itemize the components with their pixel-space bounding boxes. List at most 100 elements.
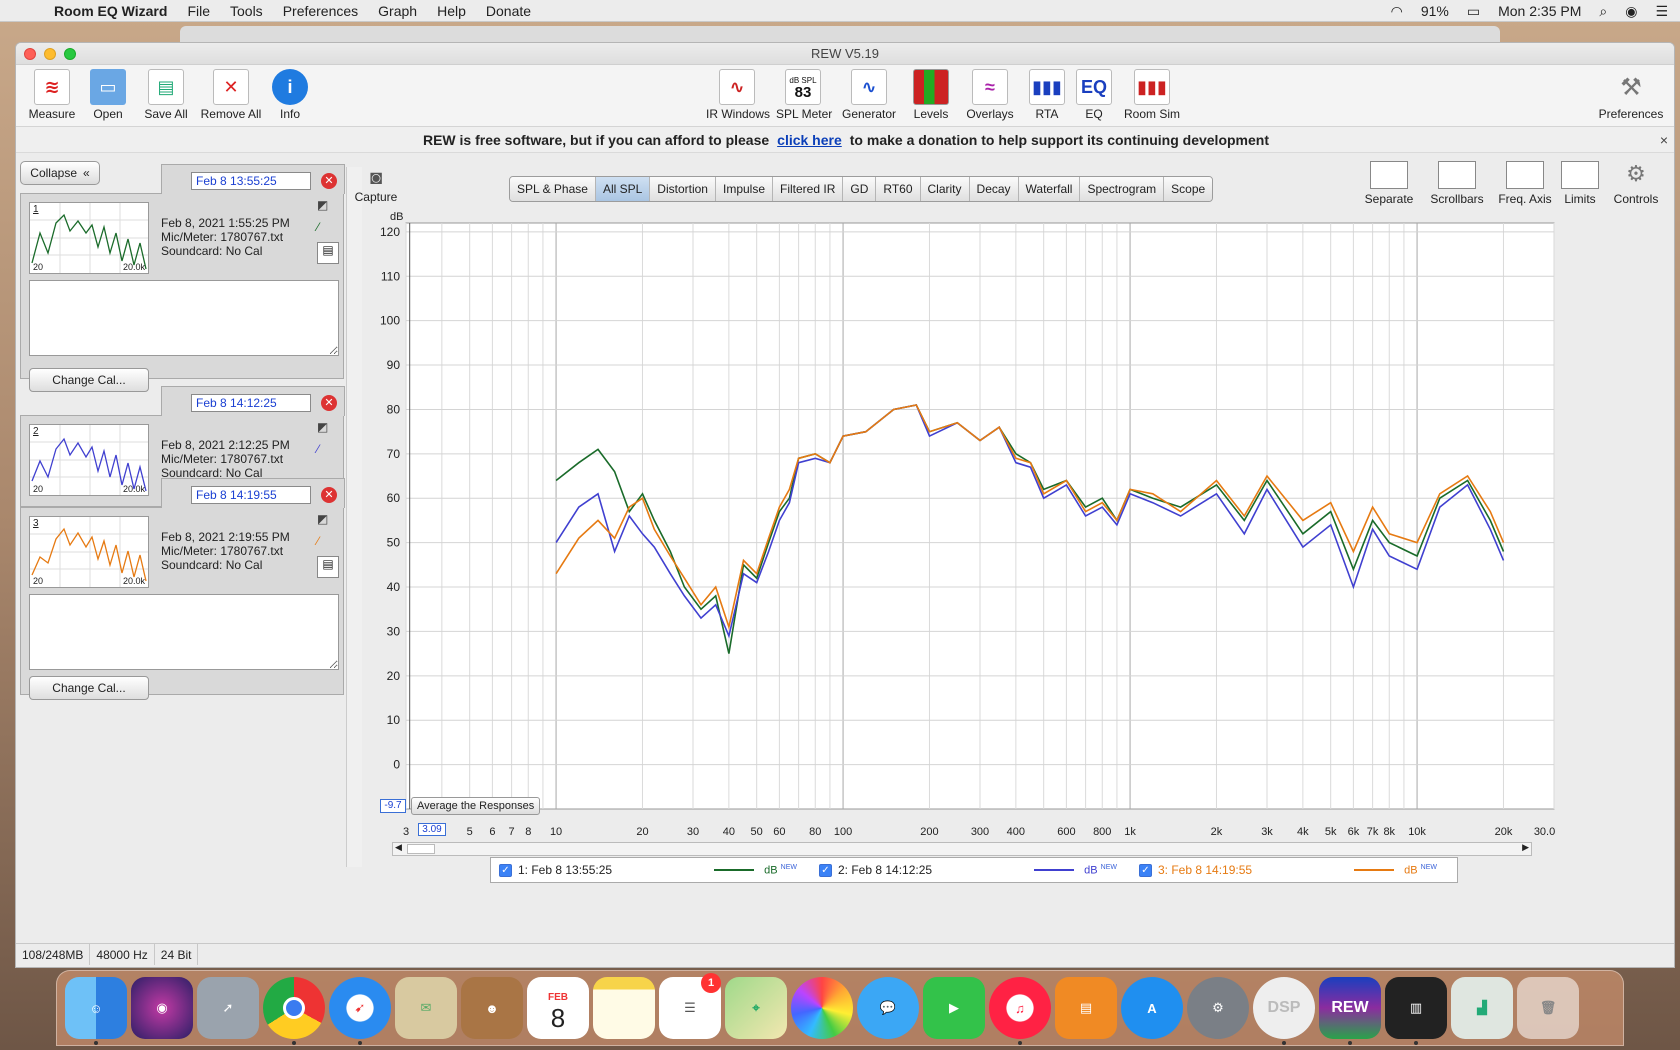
legend-checkbox[interactable]: ✓ [819,863,832,877]
dock-finder-icon[interactable]: ☺ [65,977,127,1045]
measurement-thumbnail[interactable]: 2 20 20.0k [29,424,149,496]
tab-decay[interactable]: Decay [969,177,1019,201]
scrollbars-button[interactable]: Scrollbars [1424,161,1490,206]
wifi-icon[interactable]: ◠ [1391,3,1403,20]
generator-button[interactable]: ∿ Generator [840,69,898,121]
freq-axis-button[interactable]: Freq. Axis [1494,161,1556,206]
menu-file[interactable]: File [187,3,210,19]
preferences-button[interactable]: ⚒ Preferences [1596,69,1666,122]
dock-chrome-icon[interactable] [263,977,325,1045]
battery-percent[interactable]: 91% [1421,3,1449,19]
tab-spectrogram[interactable]: Spectrogram [1080,177,1165,201]
legend-item-2[interactable]: ✓ 2: Feb 8 14:12:25 dB NEW [819,863,1131,877]
spl-chart[interactable]: 0102030405060708090100110120345678102030… [356,211,1556,841]
dock-piano-icon[interactable]: ▥ [1385,977,1447,1045]
change-cal-button[interactable]: Change Cal... [29,676,149,700]
dock-launchpad-icon[interactable]: ➚ [197,977,259,1039]
tab-gd[interactable]: GD [843,177,877,201]
tab-clarity[interactable]: Clarity [920,177,970,201]
measurement-thumbnail[interactable]: 3 20 20.0k [29,516,149,588]
close-window-button[interactable] [24,48,36,60]
controls-button[interactable]: ⚙ Controls [1608,161,1664,206]
dock-facetime-icon[interactable]: ▶ [923,977,985,1039]
tab-distortion[interactable]: Distortion [650,177,716,201]
tab-waterfall[interactable]: Waterfall [1018,177,1081,201]
donate-link[interactable]: click here [777,132,842,148]
notification-center-icon[interactable]: ☰ [1655,3,1668,20]
tab-scope[interactable]: Scope [1164,177,1213,201]
capture-button[interactable]: ◙ Capture [346,167,406,204]
levels-button[interactable]: Levels [908,69,954,121]
delete-measurement-icon[interactable]: ✕ [321,395,337,411]
menu-graph[interactable]: Graph [378,3,417,19]
measurement-notes[interactable] [29,594,339,670]
dock-photos-icon[interactable] [791,977,853,1039]
dock-siri-icon[interactable]: ◉ [131,977,193,1039]
tab-all-spl[interactable]: All SPL [595,177,651,201]
legend-item-3[interactable]: ✓ 3: Feb 8 14:19:55 dB NEW [1139,863,1451,877]
delete-measurement-icon[interactable]: ✕ [321,173,337,189]
scroll-right-icon[interactable]: ▶ [1522,842,1529,853]
spl-graph[interactable]: 0102030405060708090100110120345678102030… [356,211,1556,871]
notes-icon[interactable]: ▤ [317,242,339,264]
graph-horizontal-scrollbar[interactable]: ◀ ▶ [392,842,1532,856]
tab-spl-phase[interactable]: SPL & Phase [510,177,596,201]
scope-icon[interactable]: ◩ [317,198,339,220]
collapse-button[interactable]: Collapse « [20,161,100,185]
dock-mail-icon[interactable]: ✉ [395,977,457,1039]
menu-help[interactable]: Help [437,3,466,19]
menu-donate[interactable]: Donate [486,3,531,19]
dock-dsp-icon[interactable]: DSP [1253,977,1315,1045]
scope-icon[interactable]: ◩ [317,420,339,442]
eq-button[interactable]: EQ EQ [1076,69,1112,121]
delete-measurement-icon[interactable]: ✕ [321,487,337,503]
legend-checkbox[interactable]: ✓ [1139,863,1152,877]
ir-windows-button[interactable]: ∿ IR Windows [706,69,770,121]
dock-music-icon[interactable]: ♫ [989,977,1051,1045]
dock-calendar-icon[interactable]: FEB 8 [527,977,589,1039]
info-button[interactable]: i Info [270,69,310,121]
dock-safari-icon[interactable]: ➹ [329,977,391,1045]
save-all-button[interactable]: ▤ Save All [140,69,192,121]
rta-button[interactable]: ▮▮▮ RTA [1026,69,1068,121]
trace-color-icon[interactable]: ⁄ [317,220,339,242]
separate-button[interactable]: Separate [1356,161,1422,206]
legend-unit[interactable]: dB NEW [1084,864,1117,877]
measurement-name-input[interactable] [191,394,311,412]
memory-status[interactable]: 108/248MB [16,944,91,965]
clock[interactable]: Mon 2:35 PM [1498,3,1581,19]
menu-preferences[interactable]: Preferences [283,3,358,19]
zoom-window-button[interactable] [64,48,76,60]
spl-meter-button[interactable]: dB SPL 83 SPL Meter [776,69,832,121]
dock-notes-icon[interactable] [593,977,655,1039]
remove-all-button[interactable]: ✕ Remove All [200,69,262,121]
trace-color-icon[interactable]: ⁄ [317,534,339,556]
measurement-thumbnail[interactable]: 1 20 20.0k [29,202,149,274]
dock-messages-icon[interactable]: 💬 [857,977,919,1039]
dock-app-store-icon[interactable]: A [1121,977,1183,1039]
dock-books-icon[interactable]: ▤ [1055,977,1117,1039]
dock-rew-icon[interactable]: REW [1319,977,1381,1045]
tab-impulse[interactable]: Impulse [715,177,774,201]
legend-unit[interactable]: dB NEW [1404,864,1437,877]
room-sim-button[interactable]: ▮▮▮ Room Sim [1120,69,1184,121]
notes-icon[interactable]: ▤ [317,556,339,578]
legend-item-1[interactable]: ✓ 1: Feb 8 13:55:25 dB NEW [499,863,811,877]
open-button[interactable]: ▭ Open [86,69,130,121]
battery-icon[interactable]: ▭ [1467,3,1480,20]
trace-color-icon[interactable]: ⁄ [317,442,339,464]
average-responses-button[interactable]: Average the Responses [411,797,541,815]
measurement-name-input[interactable] [191,172,311,190]
dock-system-preferences-icon[interactable]: ⚙ [1187,977,1249,1039]
measurement-name-input[interactable] [191,486,311,504]
dock-preview-icon[interactable]: ▟ [1451,977,1513,1039]
dock-maps-icon[interactable]: ⌖ [725,977,787,1039]
menu-tools[interactable]: Tools [230,3,263,19]
change-cal-button[interactable]: Change Cal... [29,368,149,392]
dock-contacts-icon[interactable]: ☻ [461,977,523,1039]
scope-icon[interactable]: ◩ [317,512,339,534]
legend-checkbox[interactable]: ✓ [499,863,512,877]
siri-icon[interactable]: ◉ [1625,3,1637,20]
tab-filtered-ir[interactable]: Filtered IR [773,177,844,201]
scroll-thumb[interactable] [407,844,435,854]
